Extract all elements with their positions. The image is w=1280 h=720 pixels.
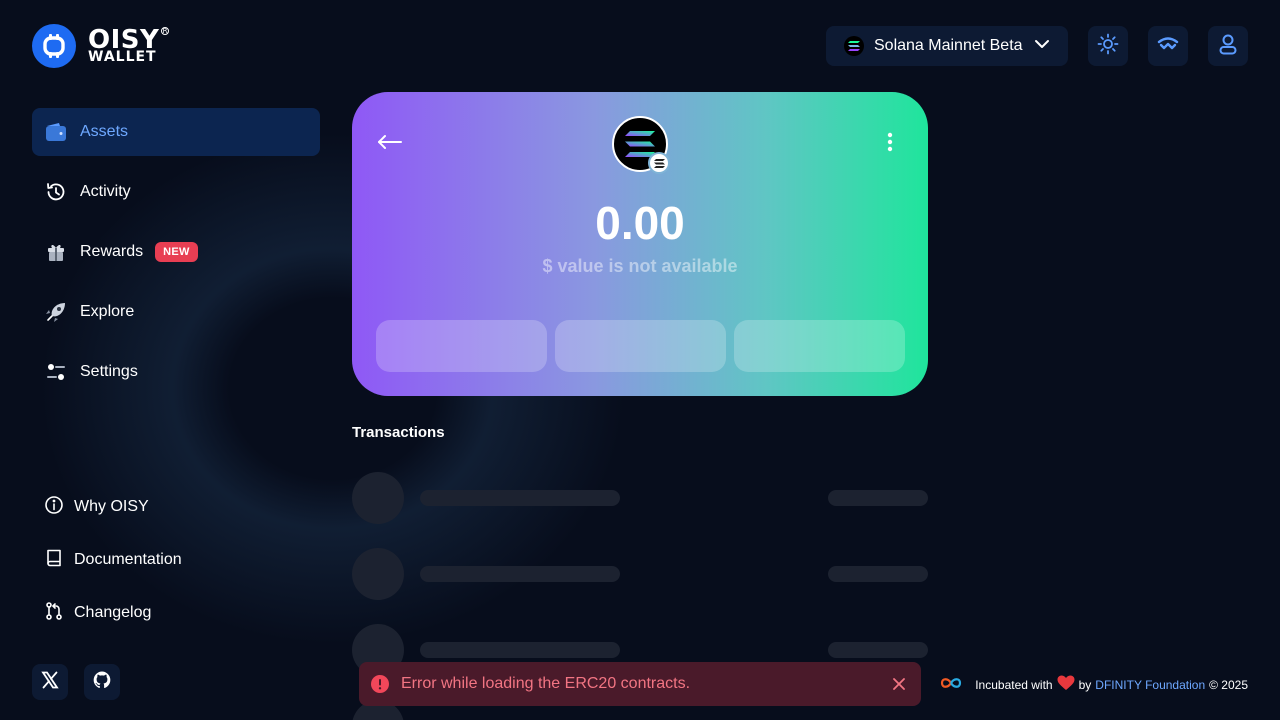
sidebar-item-assets[interactable]: Assets (32, 108, 320, 156)
gift-icon (44, 240, 68, 264)
heart-icon (1057, 675, 1075, 694)
skeleton-avatar (352, 472, 404, 524)
sidebar-item-label: Explore (80, 303, 135, 320)
token-actions (376, 320, 905, 372)
changelog-link[interactable]: Changelog (44, 600, 182, 626)
toast-message: Error while loading the ERC20 contracts. (401, 675, 691, 692)
sidebar-item-label: Activity (80, 183, 131, 200)
rocket-icon (44, 300, 68, 324)
github-icon (92, 670, 112, 695)
new-badge: NEW (155, 242, 198, 262)
link-label: Why OISY (74, 498, 149, 515)
solana-icon (844, 36, 864, 56)
sidebar-nav: Assets Activity Rewards NEW Explore Sett… (32, 108, 320, 408)
error-toast: Error while loading the ERC20 contracts. (359, 662, 921, 706)
link-label: Changelog (74, 604, 152, 621)
oisy-wordmark: OISY WALLET R (88, 24, 170, 66)
dfinity-link[interactable]: DFINITY Foundation (1095, 678, 1205, 692)
sidebar-item-label: Assets (80, 123, 129, 140)
sidebar-item-label: Rewards (80, 243, 144, 260)
oisy-logo-icon (32, 24, 76, 68)
infinity-icon (939, 677, 963, 692)
action-button-placeholder[interactable] (734, 320, 905, 372)
transaction-skeleton-row (352, 548, 928, 600)
link-label: Documentation (74, 551, 182, 568)
sidebar-item-explore[interactable]: Explore (32, 288, 320, 336)
usd-value-note: $ value is not available (542, 256, 738, 276)
sidebar-links: Why OISY Documentation Changelog (44, 494, 182, 653)
kebab-menu-icon (887, 132, 893, 157)
brand-line2: WALLET (88, 49, 157, 66)
transactions-heading: Transactions (352, 424, 445, 441)
skeleton-amount (828, 490, 928, 506)
user-icon (1218, 33, 1238, 60)
token-card: 0.00 $ value is not available (352, 92, 928, 396)
arrow-left-icon (377, 134, 403, 155)
sidebar-item-settings[interactable]: Settings (32, 348, 320, 396)
settings-sliders-icon (44, 360, 68, 384)
footer-copyright: © 2025 (1209, 677, 1248, 692)
solana-network-badge-icon (648, 152, 670, 174)
skeleton-avatar (352, 548, 404, 600)
info-icon (44, 495, 64, 520)
user-menu-button[interactable] (1208, 26, 1248, 66)
walletconnect-icon (1157, 36, 1179, 56)
x-logo-icon (40, 670, 60, 695)
footer-by-text: by (1078, 677, 1092, 692)
token-balance: 0.00 (595, 197, 685, 249)
footer: Incubated with by DFINITY Foundation © 2… (939, 675, 1248, 694)
theme-toggle-button[interactable] (1088, 26, 1128, 66)
action-button-placeholder[interactable] (555, 320, 726, 372)
sidebar-item-rewards[interactable]: Rewards NEW (32, 228, 320, 276)
brand-line1: OISY (88, 24, 160, 55)
history-icon (44, 180, 68, 204)
alert-icon (371, 675, 389, 693)
walletconnect-button[interactable] (1148, 26, 1188, 66)
git-pull-request-icon (44, 601, 64, 626)
sidebar-item-label: Settings (80, 363, 138, 380)
chevron-down-icon (1034, 36, 1050, 57)
skeleton-line (420, 642, 620, 658)
skeleton-amount (828, 642, 928, 658)
skeleton-amount (828, 566, 928, 582)
oisy-logo[interactable]: OISY WALLET R (32, 24, 170, 68)
skeleton-line (420, 490, 620, 506)
sidebar-item-activity[interactable]: Activity (32, 168, 320, 216)
why-oisy-link[interactable]: Why OISY (44, 494, 182, 520)
wallet-icon (44, 120, 68, 144)
registered-mark-icon: R (161, 26, 170, 35)
sun-icon (1097, 33, 1119, 60)
skeleton-line (420, 566, 620, 582)
transaction-skeleton-row (352, 472, 928, 524)
more-options-button[interactable] (876, 130, 904, 158)
network-selector[interactable]: Solana Mainnet Beta (826, 26, 1068, 66)
documentation-link[interactable]: Documentation (44, 547, 182, 573)
back-button[interactable] (376, 130, 404, 158)
footer-incubated-text: Incubated with (975, 677, 1053, 692)
close-icon[interactable] (889, 674, 909, 694)
x-twitter-button[interactable] (32, 664, 68, 700)
github-button[interactable] (84, 664, 120, 700)
action-button-placeholder[interactable] (376, 320, 547, 372)
book-icon (44, 548, 64, 573)
network-label: Solana Mainnet Beta (874, 37, 1023, 54)
